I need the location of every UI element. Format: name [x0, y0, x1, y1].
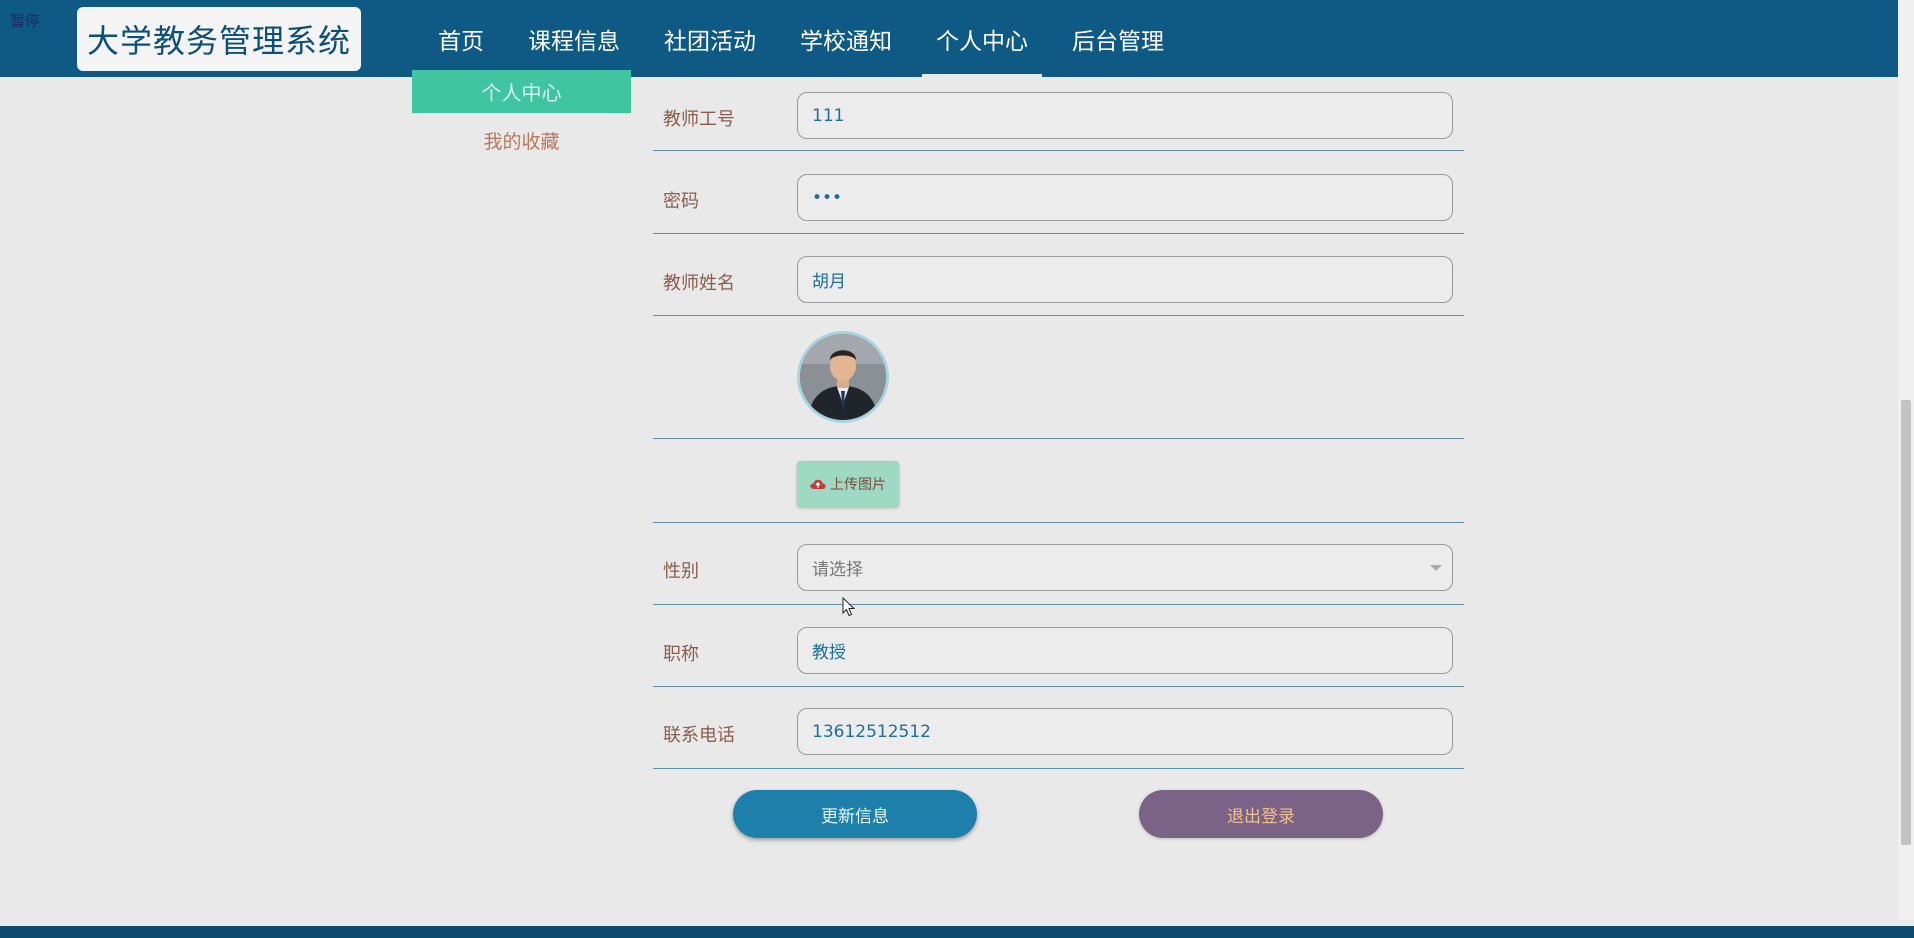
nav-item-admin[interactable]: 后台管理 — [1050, 0, 1186, 77]
logout-button[interactable]: 退出登录 — [1139, 790, 1383, 838]
gender-select[interactable]: 请选择 — [797, 544, 1453, 591]
teacher-id-input[interactable]: 111 — [797, 92, 1453, 139]
nav-item-courses[interactable]: 课程信息 — [506, 0, 642, 77]
upload-image-button[interactable]: 上传图片 — [797, 461, 899, 507]
password-label: 密码 — [663, 191, 699, 212]
avatar[interactable] — [797, 331, 889, 423]
form-row-name: 教师姓名 胡月 — [653, 234, 1464, 316]
form-row-avatar — [653, 316, 1464, 439]
avatar-portrait-icon — [800, 334, 886, 420]
name-label: 教师姓名 — [663, 273, 735, 294]
nav-item-home[interactable]: 首页 — [416, 0, 506, 77]
gender-select-value: 请选择 — [812, 560, 863, 580]
pause-tag: 暂停 — [10, 12, 41, 30]
main-nav: 首页 课程信息 社团活动 学校通知 个人中心 后台管理 — [416, 0, 1186, 77]
form-row-password: 密码 ••• — [653, 151, 1464, 234]
teacher-id-label: 教师工号 — [663, 109, 735, 130]
chevron-down-icon — [1430, 565, 1442, 571]
footer-strip — [0, 926, 1914, 938]
form-row-title: 职称 教授 — [653, 605, 1464, 687]
form-row-gender: 性别 请选择 — [653, 523, 1464, 605]
top-nav-bar: 暂停 大学教务管理系统 首页 课程信息 社团活动 学校通知 个人中心 后台管理 — [0, 0, 1898, 77]
nav-item-clubs[interactable]: 社团活动 — [642, 0, 778, 77]
page-scrollbar-thumb[interactable] — [1901, 400, 1911, 845]
title-label: 职称 — [663, 644, 699, 665]
update-info-button[interactable]: 更新信息 — [733, 790, 977, 838]
upload-image-label: 上传图片 — [830, 477, 886, 493]
brand-logo[interactable]: 大学教务管理系统 — [77, 7, 361, 71]
password-input[interactable]: ••• — [797, 174, 1453, 221]
phone-input[interactable]: 13612512512 — [797, 708, 1453, 755]
form-row-upload: 上传图片 — [653, 439, 1464, 523]
nav-item-notices[interactable]: 学校通知 — [778, 0, 914, 77]
sidebar-item-favorites[interactable]: 我的收藏 — [412, 122, 631, 158]
form-row-teacher-id: 教师工号 111 — [653, 81, 1464, 151]
nav-item-profile[interactable]: 个人中心 — [914, 0, 1050, 77]
title-input[interactable]: 教授 — [797, 627, 1453, 674]
sidebar-item-profile[interactable]: 个人中心 — [412, 70, 631, 113]
gender-label: 性别 — [663, 561, 699, 582]
cloud-upload-icon — [810, 479, 826, 489]
form-row-phone: 联系电话 13612512512 — [653, 687, 1464, 769]
phone-label: 联系电话 — [663, 725, 735, 746]
name-input[interactable]: 胡月 — [797, 256, 1453, 303]
mouse-pointer-icon — [842, 597, 856, 617]
